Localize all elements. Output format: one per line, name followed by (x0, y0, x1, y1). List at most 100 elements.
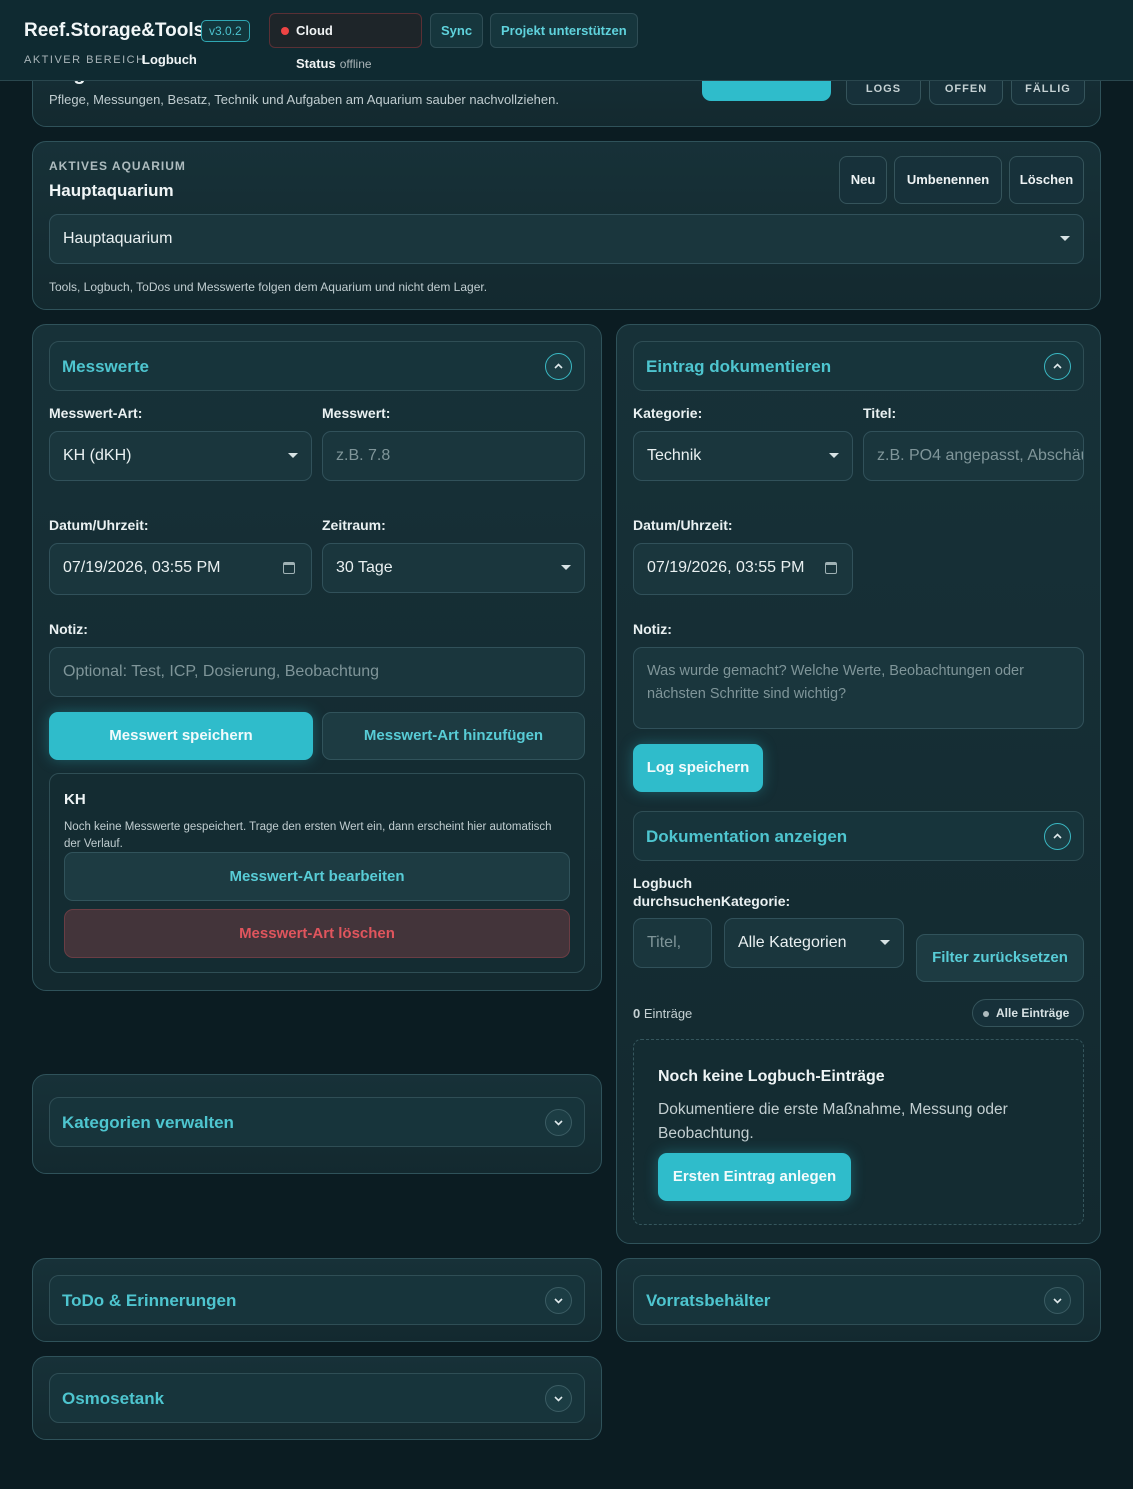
empty-state-title: Noch keine Logbuch-Einträge (658, 1068, 885, 1085)
chevron-down-icon[interactable] (545, 1385, 572, 1412)
brand-title: Reef.Storage&Tools (24, 20, 205, 41)
sync-button[interactable]: Sync (430, 13, 484, 48)
entry-category-select[interactable]: Technik (633, 431, 853, 481)
aquarium-select[interactable]: Hauptaquarium (49, 214, 1084, 264)
entry-header[interactable]: Eintrag dokumentieren (633, 341, 1084, 391)
filter-dot-icon (983, 1011, 989, 1017)
dropdown-caret-icon (1060, 236, 1070, 241)
chevron-down-icon[interactable] (545, 1109, 572, 1136)
dropdown-caret-icon (288, 453, 298, 458)
dropdown-caret-icon (880, 940, 890, 945)
chevron-down-icon[interactable] (1044, 1287, 1071, 1314)
entry-title-input[interactable]: z.B. PO4 angepasst, Abschäumer gereinigt (863, 431, 1084, 481)
calendar-icon[interactable] (825, 562, 837, 574)
cloud-status-state: offline (339, 57, 372, 71)
active-area-label: AKTIVER BEREICH (24, 54, 146, 66)
first-entry-button[interactable]: Ersten Eintrag anlegen (658, 1153, 851, 1201)
reset-filter-button[interactable]: Filter zurücksetzen (916, 934, 1084, 982)
entry-date-input[interactable]: 07/19/2026, 03:55 PM (633, 543, 853, 595)
calendar-icon[interactable] (283, 562, 295, 574)
entry-note-label: Notiz: (633, 621, 672, 637)
docs-category-select[interactable]: Alle Kategorien (724, 918, 904, 968)
measurements-header[interactable]: Messwerte (49, 341, 585, 391)
cloud-status-label: Cloud Status (296, 23, 336, 71)
categories-card: Kategorien verwalten (32, 1074, 602, 1174)
osmosis-title: Osmosetank (62, 1389, 165, 1408)
top-bar: Reef.Storage&Tools v3.0.2 Cloud Status of… (0, 0, 1133, 81)
save-measurement-button[interactable]: Messwert speichern (49, 712, 313, 760)
all-entries-label: Alle Einträge (996, 1006, 1070, 1020)
kh-empty-text: Noch keine Messwerte gespeichert. Trage … (64, 821, 552, 850)
entry-category-value: Technik (647, 447, 702, 464)
rename-aquarium-button[interactable]: Umbenennen (894, 156, 1002, 204)
dropdown-caret-icon (561, 565, 571, 570)
storage-header[interactable]: Vorratsbehälter (633, 1275, 1084, 1325)
docs-search-label-line2: durchsuchen (633, 893, 721, 909)
entry-date-label: Datum/Uhrzeit: (633, 517, 733, 533)
docs-header[interactable]: Dokumentation anzeigen (633, 811, 1084, 861)
storage-card: Vorratsbehälter (616, 1258, 1101, 1342)
todo-header[interactable]: ToDo & Erinnerungen (49, 1275, 585, 1325)
chevron-up-icon[interactable] (545, 353, 572, 380)
aquarium-select-value: Hauptaquarium (63, 230, 173, 247)
active-area-value: Logbuch (142, 52, 197, 67)
measure-type-select[interactable]: KH (dKH) (49, 431, 312, 481)
entry-count-number: 0 (633, 1006, 641, 1021)
aquarium-name: Hauptaquarium (49, 181, 174, 200)
aquarium-note: Tools, Logbuch, ToDos und Messwerte folg… (49, 280, 488, 294)
dropdown-caret-icon (829, 453, 839, 458)
save-log-button[interactable]: Log speichern (633, 744, 763, 792)
measure-type-value: KH (dKH) (63, 447, 132, 464)
todo-card: ToDo & Erinnerungen (32, 1258, 602, 1342)
measure-date-input[interactable]: 07/19/2026, 03:55 PM (49, 543, 312, 595)
entry-card: Eintrag dokumentieren Kategorie: Titel: … (616, 324, 1101, 1244)
aquarium-label: AKTIVES AQUARIUM (49, 159, 186, 173)
entry-category-label: Kategorie: (633, 405, 703, 421)
measure-type-label: Messwert-Art: (49, 405, 143, 421)
measurements-title: Messwerte (62, 357, 149, 376)
chevron-down-icon[interactable] (545, 1287, 572, 1314)
todo-title: ToDo & Erinnerungen (62, 1291, 237, 1310)
docs-category-value: Alle Kategorien (738, 934, 847, 951)
all-entries-filter[interactable]: Alle Einträge (972, 999, 1084, 1027)
docs-search-label-line1: Logbuch (633, 875, 693, 891)
entry-note-textarea[interactable]: Was wurde gemacht? Welche Werte, Beobach… (633, 647, 1084, 729)
page-subtitle: Pflege, Messungen, Besatz, Technik und A… (49, 92, 559, 107)
measure-note-input[interactable]: Optional: Test, ICP, Dosierung, Beobacht… (49, 647, 585, 697)
aquarium-card: AKTIVES AQUARIUM Hauptaquarium Neu Umben… (32, 141, 1101, 310)
storage-title: Vorratsbehälter (646, 1291, 771, 1310)
categories-header[interactable]: Kategorien verwalten (49, 1097, 585, 1147)
osmosis-card: Osmosetank (32, 1356, 602, 1440)
measure-range-select[interactable]: 30 Tage (322, 543, 585, 593)
docs-title: Dokumentation anzeigen (646, 827, 848, 846)
kh-title: KH (64, 791, 86, 808)
measure-range-label: Zeitraum: (322, 517, 386, 533)
kh-panel: KH Noch keine Messwerte gespeichert. Tra… (49, 773, 585, 973)
support-button[interactable]: Projekt unterstützen (490, 13, 638, 48)
chevron-up-icon[interactable] (1044, 353, 1071, 380)
cloud-status-button[interactable]: Cloud Status offline (269, 13, 422, 71)
docs-search-input[interactable]: Titel, (633, 918, 712, 968)
measure-date-value: 07/19/2026, 03:55 PM (63, 559, 221, 576)
new-aquarium-button[interactable]: Neu (839, 156, 887, 204)
measure-date-label: Datum/Uhrzeit: (49, 517, 149, 533)
edit-measure-type-button[interactable]: Messwert-Art bearbeiten (64, 852, 570, 901)
measure-range-value: 30 Tage (336, 559, 393, 576)
version-badge: v3.0.2 (201, 20, 250, 42)
delete-measure-type-button[interactable]: Messwert-Art löschen (64, 909, 570, 958)
docs-search-label: Logbuch durchsuchenKategorie: (633, 874, 790, 910)
measurements-card: Messwerte Messwert-Art: Messwert: KH (dK… (32, 324, 602, 991)
entry-title: Eintrag dokumentieren (646, 357, 832, 376)
osmosis-header[interactable]: Osmosetank (49, 1373, 585, 1423)
empty-state-text: Dokumentiere die erste Maßnahme, Messung… (658, 1101, 1008, 1142)
entry-date-value: 07/19/2026, 03:55 PM (647, 559, 805, 576)
delete-aquarium-button[interactable]: Löschen (1009, 156, 1084, 204)
measure-value-input[interactable]: z.B. 7.8 (322, 431, 585, 481)
categories-title: Kategorien verwalten (62, 1113, 234, 1132)
measure-value-label: Messwert: (322, 405, 391, 421)
entry-count-label: Einträge (643, 1006, 693, 1021)
add-measure-type-button[interactable]: Messwert-Art hinzufügen (322, 712, 585, 760)
chevron-up-icon[interactable] (1044, 823, 1071, 850)
entry-title-label: Titel: (863, 405, 897, 421)
measure-note-label: Notiz: (49, 621, 88, 637)
